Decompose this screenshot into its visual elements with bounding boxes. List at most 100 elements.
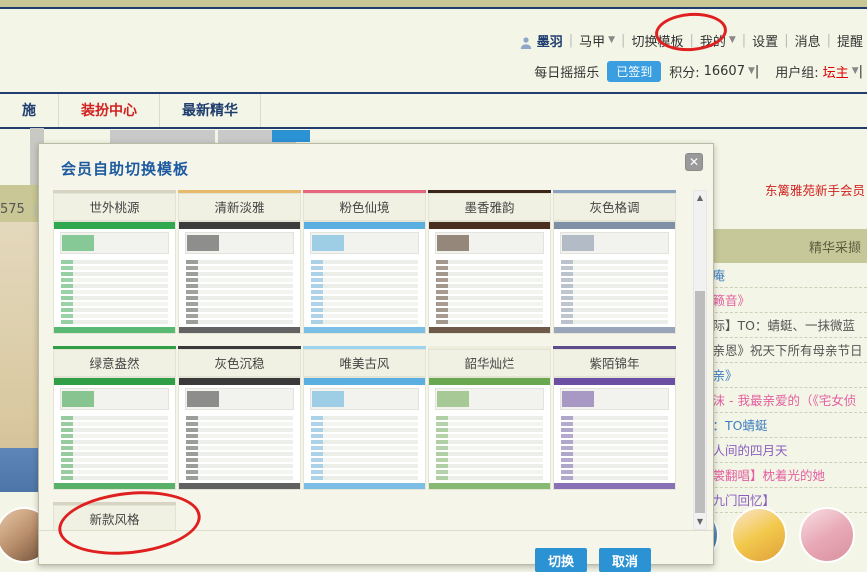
list-item[interactable]: 万籁音》 bbox=[700, 288, 867, 313]
scrollbar-thumb[interactable] bbox=[695, 291, 705, 513]
template-name-label[interactable]: 清新淡雅 bbox=[178, 193, 301, 221]
group-value: 坛主 bbox=[822, 66, 849, 81]
background-blue-button[interactable] bbox=[272, 130, 310, 142]
list-item[interactable]: 是人间的四月天 bbox=[700, 438, 867, 463]
switch-template-dialog: 会员自助切换模板 ✕ 世外桃源 清新淡雅 粉色仙境 墨香雅韵 灰色格调绿意盎然 灰色沉稳唯… bbox=[38, 143, 714, 572]
template-name-label[interactable]: 灰色沉稳 bbox=[178, 349, 301, 377]
essence-section: 精华采撷 花庵 万籁音》 天际】TO：蜻蜓、一抹微蓝 念亲恩》祝天下所有母亲节日… bbox=[700, 229, 867, 513]
template-card[interactable]: 紫陌锦年 bbox=[553, 346, 676, 490]
template-preview-image bbox=[179, 222, 300, 333]
list-item[interactable]: 代沫 - 我最亲爱的（《宅女侦 bbox=[700, 388, 867, 413]
link-switch-template[interactable]: 切换模板 bbox=[631, 31, 683, 50]
right-sidebar: 东篱雅苑新手会员 精华采撷 花庵 万籁音》 天际】TO：蜻蜓、一抹微蓝 念亲恩》… bbox=[700, 180, 867, 513]
nav-divider-line bbox=[0, 127, 867, 129]
chevron-down-icon: ▼ bbox=[728, 34, 736, 45]
list-item[interactable]: 天际】TO：蜻蜓、一抹微蓝 bbox=[700, 313, 867, 338]
template-preview-image bbox=[54, 222, 175, 333]
nav-item-decoration-center[interactable]: 装扮中心 bbox=[59, 94, 160, 128]
template-thumbnail[interactable] bbox=[53, 221, 176, 334]
template-thumbnail[interactable] bbox=[303, 377, 426, 490]
header-band: 墨羽 | 马甲 ▼ | 切换模板 | 我的 ▼ | 设置 | 消息 | 提醒 每日摇… bbox=[0, 9, 867, 92]
template-name-label[interactable]: 新款风格 bbox=[53, 505, 176, 530]
caret-up-icon[interactable]: ▲ bbox=[694, 191, 706, 205]
group-label: 用户组: bbox=[775, 66, 819, 81]
link-messages[interactable]: 消息 bbox=[795, 31, 821, 50]
template-thumbnail[interactable] bbox=[553, 377, 676, 490]
template-preview-image bbox=[304, 222, 425, 333]
template-thumbnail[interactable] bbox=[553, 221, 676, 334]
template-card[interactable]: 灰色沉稳 bbox=[178, 346, 301, 490]
list-item[interactable]: 际：TO蜻蜓 bbox=[700, 413, 867, 438]
template-name-label[interactable]: 唯美古风 bbox=[303, 349, 426, 377]
list-item[interactable]: 母亲》 bbox=[700, 363, 867, 388]
template-card[interactable]: 世外桃源 bbox=[53, 190, 176, 334]
dialog-title: 会员自助切换模板 bbox=[61, 160, 190, 178]
person-icon bbox=[519, 36, 533, 50]
template-card[interactable]: 绿意盎然 bbox=[53, 346, 176, 490]
username-label: 墨羽 bbox=[536, 35, 563, 50]
points-value: 16607 bbox=[703, 64, 745, 79]
template-name-label[interactable]: 粉色仙境 bbox=[303, 193, 426, 221]
template-card[interactable]: 灰色格调 bbox=[553, 190, 676, 334]
daily-lottery-link[interactable]: 每日摇摇乐 bbox=[534, 62, 599, 81]
chevron-down-icon: ▼ bbox=[851, 65, 859, 76]
template-name-label[interactable]: 墨香雅韵 bbox=[428, 193, 551, 221]
top-olive-band bbox=[0, 0, 867, 7]
template-name-label[interactable]: 世外桃源 bbox=[53, 193, 176, 221]
dialog-scrollbar[interactable]: ▲ ▼ bbox=[693, 190, 707, 530]
close-icon[interactable]: ✕ bbox=[685, 153, 703, 171]
template-thumbnail[interactable] bbox=[428, 221, 551, 334]
template-preview-image bbox=[554, 222, 675, 333]
link-mine[interactable]: 我的 bbox=[700, 31, 726, 50]
sidebar-notice: 东篱雅苑新手会员 bbox=[764, 183, 865, 198]
list-item[interactable]: 辞九门回忆】 bbox=[700, 488, 867, 513]
list-item[interactable]: 花庵 bbox=[700, 263, 867, 288]
points-toolbar: 每日摇摇乐 已签到 积分: 16607 ▼ | 用户组: 坛主 ▼ | bbox=[534, 61, 863, 82]
confirm-switch-button[interactable]: 切换 bbox=[535, 548, 587, 572]
sign-in-badge[interactable]: 已签到 bbox=[607, 61, 662, 82]
dialog-footer: 切换 取消 bbox=[39, 530, 713, 572]
template-name-label[interactable]: 紫陌锦年 bbox=[553, 349, 676, 377]
template-thumbnail[interactable] bbox=[178, 377, 301, 490]
list-item[interactable]: 云裳翻唱】枕着光的她 bbox=[700, 463, 867, 488]
template-thumbnail[interactable] bbox=[303, 221, 426, 334]
main-navigation: 施 装扮中心 最新精华 bbox=[0, 94, 867, 128]
template-card[interactable]: 新款风格 bbox=[53, 502, 176, 530]
template-card[interactable]: 清新淡雅 bbox=[178, 190, 301, 334]
caret-down-icon[interactable]: ▼ bbox=[694, 515, 706, 529]
template-thumbnail[interactable] bbox=[53, 377, 176, 490]
template-preview-image bbox=[554, 378, 675, 489]
divider: | bbox=[784, 33, 789, 48]
template-name-label[interactable]: 绿意盎然 bbox=[53, 349, 176, 377]
template-preview-image bbox=[54, 378, 175, 489]
template-card[interactable]: 韶华灿烂 bbox=[428, 346, 551, 490]
template-name-label[interactable]: 灰色格调 bbox=[553, 193, 676, 221]
essence-section-title: 精华采撷 bbox=[713, 229, 867, 263]
link-notifications[interactable]: 提醒 bbox=[837, 31, 863, 50]
template-grid: 世外桃源 清新淡雅 粉色仙境 墨香雅韵 灰色格调绿意盎然 灰色沉稳 唯美古风 韶华灿烂 紫陌锦年… bbox=[53, 190, 701, 530]
link-majia[interactable]: 马甲 bbox=[579, 31, 605, 50]
template-card[interactable]: 粉色仙境 bbox=[303, 190, 426, 334]
link-settings[interactable]: 设置 bbox=[752, 31, 778, 50]
divider: | bbox=[568, 33, 574, 48]
nav-item-latest-essence[interactable]: 最新精华 bbox=[160, 94, 261, 128]
template-preview-image bbox=[429, 222, 550, 333]
chevron-down-icon: ▼ bbox=[608, 34, 616, 45]
divider: | bbox=[689, 33, 694, 48]
chevron-down-icon: ▼ bbox=[747, 65, 755, 76]
cancel-button[interactable]: 取消 bbox=[599, 548, 651, 572]
template-preview-image bbox=[304, 378, 425, 489]
template-card[interactable]: 唯美古风 bbox=[303, 346, 426, 490]
template-preview-image bbox=[179, 378, 300, 489]
template-card[interactable]: 墨香雅韵 bbox=[428, 190, 551, 334]
template-thumbnail[interactable] bbox=[428, 377, 551, 490]
avatar[interactable] bbox=[799, 507, 855, 563]
template-name-label[interactable]: 韶华灿烂 bbox=[428, 349, 551, 377]
divider: | bbox=[621, 33, 626, 48]
nav-item-0[interactable]: 施 bbox=[0, 94, 59, 128]
background-tab-1[interactable] bbox=[110, 130, 215, 144]
template-thumbnail[interactable] bbox=[178, 221, 301, 334]
avatar[interactable] bbox=[731, 507, 787, 563]
list-item[interactable]: 念亲恩》祝天下所有母亲节日 bbox=[700, 338, 867, 363]
template-grid-container: 世外桃源 清新淡雅 粉色仙境 墨香雅韵 灰色格调绿意盎然 灰色沉稳 唯美古风 韶华灿烂 紫陌锦年… bbox=[53, 190, 701, 530]
